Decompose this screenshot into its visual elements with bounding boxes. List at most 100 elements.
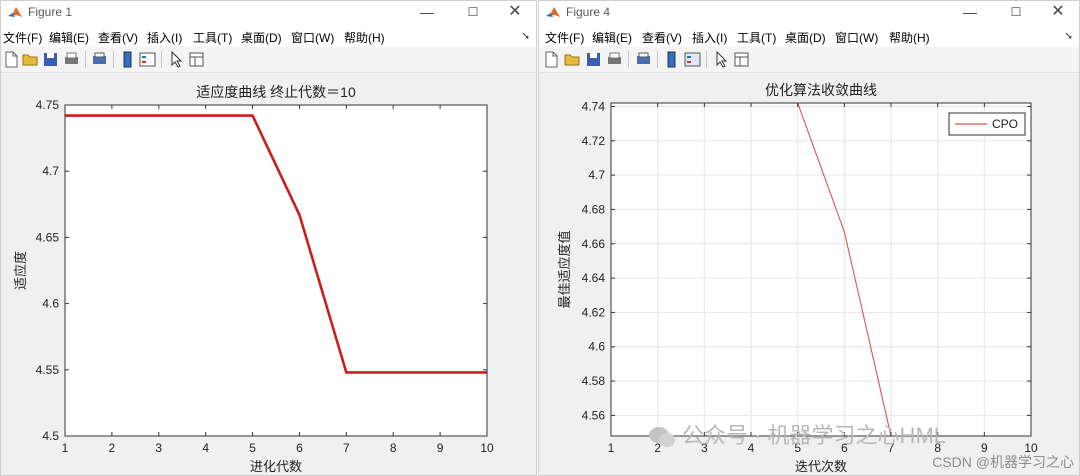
menu-view[interactable]: 查看(V) bbox=[642, 29, 682, 46]
matlab-icon bbox=[8, 7, 22, 17]
figure-canvas: 1 2 3 4 5 6 7 8 9 10 4.5 4.55 4.6 4.65 4.7 4.75 适应度曲线 终止… bbox=[1, 74, 536, 475]
print-icon[interactable] bbox=[606, 51, 623, 68]
y-tick-label: 4.7 bbox=[42, 164, 59, 178]
chart-title: 适应度曲线 终止代数＝10 bbox=[196, 84, 356, 100]
toolbar-separator bbox=[657, 51, 658, 68]
figure-canvas: 1 2 3 4 5 6 7 8 9 10 4.56 4.58 4.6 4.62 4.64 4.66 4.68 4.… bbox=[539, 74, 1079, 475]
x-axis-label: 进化代数 bbox=[250, 459, 302, 474]
menu-edit[interactable]: 编辑(E) bbox=[49, 29, 89, 46]
pointer-icon[interactable] bbox=[168, 51, 185, 68]
y-tick-label: 4.58 bbox=[582, 374, 606, 388]
open-folder-icon[interactable] bbox=[22, 51, 39, 68]
y-tick-label: 4.55 bbox=[36, 363, 60, 377]
toolbar-separator bbox=[628, 51, 629, 68]
minimize-button[interactable]: — bbox=[410, 1, 444, 25]
x-tick-label: 2 bbox=[109, 441, 116, 455]
watermark-text: 公众号 · 机器学习之心HML bbox=[682, 423, 947, 448]
print-preview-icon[interactable] bbox=[91, 51, 108, 68]
maximize-button[interactable]: ☐ bbox=[456, 1, 490, 25]
dock-arrow-icon[interactable]: ➘ bbox=[522, 31, 530, 42]
menu-insert[interactable]: 插入(I) bbox=[692, 29, 727, 46]
toolbar bbox=[539, 47, 1079, 73]
plot-area bbox=[611, 103, 1031, 436]
save-icon[interactable] bbox=[42, 51, 59, 68]
window-title: Figure 4 bbox=[566, 5, 611, 19]
toolbar bbox=[1, 47, 536, 73]
print-icon[interactable] bbox=[63, 51, 80, 68]
convergence-curve-plot: 1 2 3 4 5 6 7 8 9 104.564.584.64.624.644.664.684.… bbox=[557, 82, 1038, 474]
x-tick-label: 1 bbox=[62, 441, 69, 455]
x-tick-label: 8 bbox=[390, 441, 397, 455]
y-tick-label: 4.68 bbox=[582, 202, 606, 216]
x-tick-label: 1 bbox=[608, 441, 615, 455]
chart-title: 优化算法收敛曲线 bbox=[765, 82, 877, 98]
property-inspector-icon[interactable] bbox=[188, 51, 205, 68]
menu-insert[interactable]: 插入(I) bbox=[147, 29, 182, 46]
toolbar-separator bbox=[113, 51, 114, 68]
wechat-icon bbox=[649, 427, 675, 448]
menu-bar: 文件(F) 编辑(E) 查看(V) 插入(I) 工具(T) 桌面(D) 窗口(W… bbox=[539, 25, 1079, 47]
x-tick-label: 4 bbox=[202, 441, 209, 455]
maximize-button[interactable]: ☐ bbox=[999, 1, 1033, 25]
menu-view[interactable]: 查看(V) bbox=[98, 29, 138, 46]
menu-edit[interactable]: 编辑(E) bbox=[592, 29, 632, 46]
menu-window[interactable]: 窗口(W) bbox=[835, 29, 878, 46]
menu-window[interactable]: 窗口(W) bbox=[291, 29, 334, 46]
x-tick-label: 10 bbox=[480, 441, 494, 455]
x-axis-label: 迭代次数 bbox=[795, 459, 847, 474]
window-title: Figure 1 bbox=[28, 5, 73, 19]
menu-tools[interactable]: 工具(T) bbox=[737, 29, 776, 46]
close-button[interactable]: ✕ bbox=[498, 1, 532, 25]
pointer-icon[interactable] bbox=[713, 51, 730, 68]
y-tick-label: 4.6 bbox=[588, 340, 605, 354]
legend-icon[interactable] bbox=[684, 51, 701, 68]
x-tick-label: 3 bbox=[155, 441, 162, 455]
minimize-button[interactable]: — bbox=[953, 1, 987, 25]
legend-icon[interactable] bbox=[139, 51, 156, 68]
fitness-curve-plot: 1 2 3 4 5 6 7 8 9 10 4.5 4.55 4.6 4.65 4.7 4.75 适应度曲线 终止… bbox=[13, 84, 494, 474]
y-tick-label: 4.72 bbox=[582, 134, 606, 148]
x-tick-label: 5 bbox=[249, 441, 256, 455]
y-tick-label: 4.64 bbox=[582, 271, 606, 285]
menu-file[interactable]: 文件(F) bbox=[545, 29, 584, 46]
new-file-icon[interactable] bbox=[543, 51, 560, 68]
colorbar-icon[interactable] bbox=[663, 51, 680, 68]
menu-help[interactable]: 帮助(H) bbox=[889, 29, 930, 46]
x-tick-label: 9 bbox=[437, 441, 444, 455]
y-tick-label: 4.74 bbox=[582, 99, 606, 113]
toolbar-separator bbox=[706, 51, 707, 68]
menu-bar: 文件(F) 编辑(E) 查看(V) 插入(I) 工具(T) 桌面(D) 窗口(W… bbox=[1, 25, 536, 47]
credit-text: CSDN @机器学习之心 bbox=[932, 454, 1074, 470]
y-axis-label: 最佳适应度值 bbox=[557, 230, 572, 308]
toolbar-separator bbox=[85, 51, 86, 68]
x-tick-label: 6 bbox=[296, 441, 303, 455]
dock-arrow-icon[interactable]: ➘ bbox=[1065, 31, 1073, 42]
open-folder-icon[interactable] bbox=[564, 51, 581, 68]
property-inspector-icon[interactable] bbox=[733, 51, 750, 68]
menu-tools[interactable]: 工具(T) bbox=[193, 29, 232, 46]
watermark: 公众号 · 机器学习之心HML bbox=[648, 418, 946, 450]
legend-label: CPO bbox=[992, 117, 1018, 131]
y-tick-label: 4.66 bbox=[582, 237, 606, 251]
colorbar-icon[interactable] bbox=[119, 51, 136, 68]
figure-1-window: Figure 1 — ☐ ✕ 文件(F) 编辑(E) 查看(V) 插入(I) 工… bbox=[0, 0, 537, 476]
y-tick-label: 4.5 bbox=[42, 429, 59, 443]
print-preview-icon[interactable] bbox=[635, 51, 652, 68]
menu-desktop[interactable]: 桌面(D) bbox=[785, 29, 826, 46]
menu-desktop[interactable]: 桌面(D) bbox=[241, 29, 282, 46]
close-button[interactable]: ✕ bbox=[1041, 1, 1075, 25]
y-tick-label: 4.6 bbox=[42, 297, 59, 311]
y-tick-label: 4.75 bbox=[36, 98, 60, 112]
y-tick-label: 4.65 bbox=[36, 230, 60, 244]
y-tick-label: 4.56 bbox=[582, 408, 606, 422]
matlab-icon bbox=[546, 7, 560, 17]
new-file-icon[interactable] bbox=[3, 51, 20, 68]
y-tick-label: 4.7 bbox=[588, 168, 605, 182]
title-bar[interactable]: Figure 1 — ☐ ✕ bbox=[1, 1, 536, 25]
save-icon[interactable] bbox=[585, 51, 602, 68]
plot-area bbox=[65, 105, 487, 436]
figure-4-window: Figure 4 — ☐ ✕ 文件(F) 编辑(E) 查看(V) 插入(I) 工… bbox=[538, 0, 1080, 476]
menu-file[interactable]: 文件(F) bbox=[3, 29, 42, 46]
title-bar[interactable]: Figure 4 — ☐ ✕ bbox=[539, 1, 1079, 25]
menu-help[interactable]: 帮助(H) bbox=[344, 29, 385, 46]
